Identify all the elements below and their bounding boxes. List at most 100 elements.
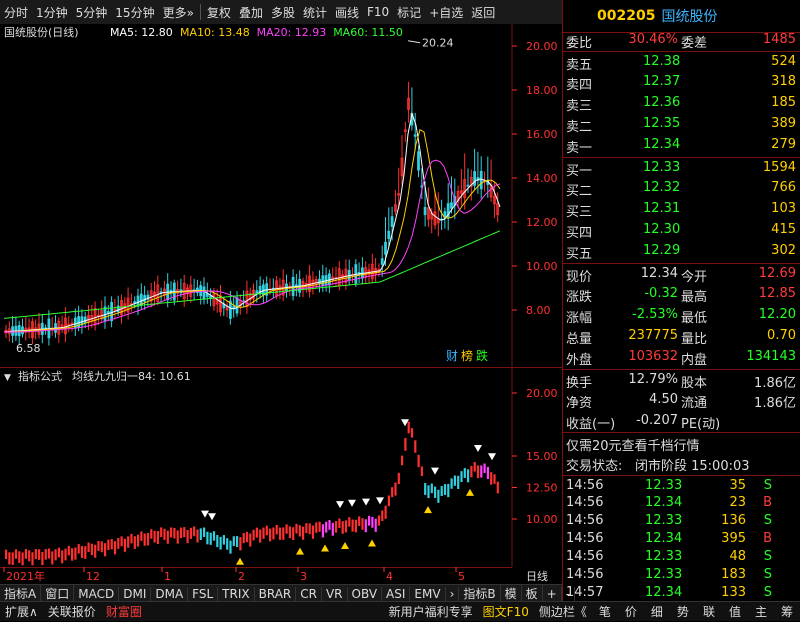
indicator-bar: [24, 549, 27, 559]
side-panel-tab[interactable]: 笔: [592, 603, 618, 620]
indicator-bar: [447, 483, 450, 498]
indicator-tab[interactable]: OBV: [348, 586, 383, 601]
toolbar-item[interactable]: 5分钟: [72, 4, 112, 21]
tick-price: 12.33: [645, 478, 683, 493]
ask-price: 12.35: [643, 116, 681, 131]
low-price-label: 6.58: [16, 342, 41, 355]
indicator-bar: [308, 523, 311, 535]
indicator-bar: [272, 527, 275, 540]
toolbar-item[interactable]: 分时: [0, 4, 32, 21]
toolbar-item[interactable]: 15分钟: [111, 4, 158, 21]
toolbar-item[interactable]: 统计: [299, 4, 331, 21]
indicator-tab[interactable]: EMV: [410, 586, 446, 601]
indicator-bar: [460, 471, 463, 483]
toolbar-item[interactable]: 画线: [331, 4, 363, 21]
indicator-tab[interactable]: 窗口: [41, 585, 75, 602]
fin-label: 股本: [681, 376, 708, 391]
ask-price: 12.36: [643, 95, 681, 110]
side-panel-tab[interactable]: 值: [722, 603, 748, 620]
indicator-tab[interactable]: MACD: [74, 586, 120, 601]
side-panel-tab[interactable]: 价: [618, 603, 644, 620]
stat-value: 12.34: [640, 266, 678, 281]
toolbar-item[interactable]: 多股: [267, 4, 299, 21]
indicator-bar: [328, 520, 331, 530]
indicator-tab[interactable]: BRAR: [255, 586, 297, 601]
indicator-tab[interactable]: CR: [296, 586, 322, 601]
stat-row: 总量 237775 量比 0.70: [563, 326, 800, 347]
bottom-left-item[interactable]: 关联报价: [43, 603, 101, 620]
indicator-bar: [189, 527, 192, 539]
indicator-tab[interactable]: 指标A: [0, 585, 42, 602]
bottom-right-item[interactable]: 新用户福利专享: [384, 603, 478, 620]
price-tick-label: 10.00: [526, 260, 558, 273]
bid-level-label: 买四: [566, 226, 593, 241]
indicator-bar: [361, 518, 364, 530]
indicator-bar: [242, 532, 245, 544]
indicator-bar: [160, 527, 163, 538]
indicator-bar: [226, 538, 229, 550]
indicator-bar: [351, 519, 354, 532]
indicator-bar: [156, 531, 159, 544]
indicator-bar: [239, 537, 242, 551]
tick-time: 14:56: [566, 513, 604, 528]
side-panel-tab[interactable]: 细: [644, 603, 670, 620]
indicator-bar: [414, 440, 417, 453]
bottom-right-item[interactable]: 侧边栏《: [534, 603, 592, 620]
indicator-bar: [21, 552, 24, 566]
side-panel-tab[interactable]: 筹: [774, 603, 800, 620]
indicator-bar: [348, 517, 351, 527]
indicator-bar: [457, 475, 460, 489]
indicator-tab[interactable]: DMA: [151, 586, 189, 601]
toolbar-item[interactable]: 返回: [467, 4, 499, 21]
indicator-tab[interactable]: +: [543, 586, 562, 601]
indicator-tab[interactable]: 指标B: [459, 585, 501, 602]
indicator-tabs: 指标A 窗口 MACD DMI DMA FSL TRIX BRAR CR VR OBV ASI EMV ›…: [0, 584, 576, 602]
toolbar-separator: [199, 4, 201, 20]
indicator-tab[interactable]: VR: [322, 586, 348, 601]
toolbar-item[interactable]: 复权: [203, 4, 235, 21]
indicator-bar: [453, 475, 456, 486]
indicator-bar: [14, 549, 18, 559]
indicator-tab[interactable]: DMI: [119, 586, 152, 601]
legend-ma5: MA5: 12.80: [110, 26, 173, 39]
indicator-bar: [84, 546, 87, 559]
tick-direction: S: [763, 549, 772, 564]
toolbar-item[interactable]: F10: [363, 5, 393, 19]
indicator-bar: [325, 521, 328, 533]
fin-label: 换手: [566, 376, 593, 391]
promo-row: 仅需20元查看千档行情: [563, 432, 800, 454]
candle: [417, 151, 420, 171]
toolbar-item[interactable]: 标记: [393, 4, 425, 21]
indicator-tab[interactable]: ASI: [382, 586, 411, 601]
indicator-tab[interactable]: 板: [522, 585, 543, 602]
candlestick-chart[interactable]: 20.00 18.00 16.00 14.00 12.00 10.00 8.00 国统股份(日…: [0, 24, 562, 367]
bottom-left-item[interactable]: 扩展∧: [0, 603, 43, 620]
candle: [479, 170, 483, 190]
indicator-bar: [427, 485, 430, 499]
toolbar-item[interactable]: 1分钟: [32, 4, 72, 21]
indicator-bar: [166, 530, 169, 544]
bid-price: 12.32: [643, 180, 681, 195]
indicator-chart[interactable]: 指标公式 均线九九归一84: 10.61 ▼ 20.00 15.00 12.50 10.00: [0, 367, 562, 567]
indicator-bar: [377, 515, 381, 526]
bid-level-label: 买二: [566, 184, 593, 199]
indicator-tab[interactable]: 模: [501, 585, 522, 602]
stat-value: 237775: [628, 328, 678, 343]
indicator-tab[interactable]: ›: [446, 586, 460, 601]
bottom-right-item[interactable]: 图文F10: [478, 603, 534, 620]
indicator-tab[interactable]: TRIX: [218, 586, 255, 601]
bid-volume: 415: [771, 222, 796, 237]
toolbar-item[interactable]: 更多»: [159, 4, 198, 21]
side-panel-tab[interactable]: 势: [670, 603, 696, 620]
indicator-bar: [381, 510, 384, 521]
toolbar-item[interactable]: +自选: [425, 4, 467, 21]
bottom-left-item[interactable]: 财富圈: [101, 603, 147, 620]
indicator-bar: [321, 524, 324, 538]
indicator-bar: [358, 516, 361, 526]
indicator-tab[interactable]: FSL: [188, 586, 219, 601]
side-panel-tab[interactable]: 主: [748, 603, 774, 620]
side-panel-tab[interactable]: 联: [696, 603, 722, 620]
fin-row: 收益(一) -0.207 PE(动): [563, 411, 800, 432]
toolbar-item[interactable]: 叠加: [235, 4, 267, 21]
stock-name[interactable]: 国统股份: [661, 6, 717, 26]
